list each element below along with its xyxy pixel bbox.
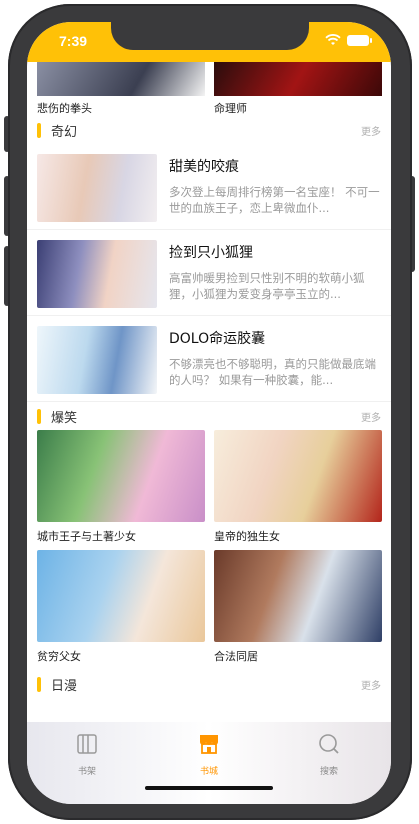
tab-label: 搜索 — [319, 767, 338, 777]
comic-cover — [37, 62, 205, 96]
section-title: 日漫 — [51, 678, 78, 694]
tab-label: 书架 — [77, 767, 96, 777]
tab-label: 书城 — [199, 767, 218, 777]
top-row: 悲伤的拳头 命理师 — [27, 62, 391, 116]
comic-card[interactable]: 命理师 — [214, 62, 382, 116]
comic-title: DOLO命运胶囊 — [169, 331, 266, 347]
tab-shelf[interactable]: 书架 — [47, 732, 127, 777]
comic-card[interactable]: 城市王子与土著少女 — [37, 430, 205, 550]
wifi-icon — [325, 34, 341, 45]
section-title: 爆笑 — [51, 410, 78, 426]
comic-cover — [37, 154, 157, 222]
list-item[interactable]: 甜美的咬痕 多次登上每周排行榜第一名宝座！ 不可一世的血族王子，恋上卑微血仆..… — [27, 144, 391, 230]
section-accent-bar — [37, 408, 41, 424]
list-item[interactable]: DOLO命运胶囊 不够漂亮也不够聪明，真的只能做最底端的人吗？ 如果有一种胶囊，… — [27, 316, 391, 402]
tab-search[interactable]: 搜索 — [289, 732, 369, 777]
section-title: 奇幻 — [51, 124, 78, 140]
comic-cover — [37, 326, 157, 394]
tab-bar: 书架 书城 搜索 — [27, 722, 391, 804]
comic-cover — [214, 430, 382, 522]
comic-description: 高富帅暖男捡到只性别不明的软萌小狐狸，小狐狸为爱变身亭亭玉立的... — [169, 271, 365, 301]
comic-title: 悲伤的拳头 — [37, 102, 92, 115]
comic-title: 皇帝的独生女 — [214, 530, 280, 543]
section-header-japan: 日漫 更多 — [27, 670, 391, 698]
section-header-funny: 爆笑 更多 — [27, 402, 391, 430]
section-accent-bar — [37, 122, 41, 138]
comic-card[interactable]: 贫穷父女 — [37, 550, 205, 670]
comic-grid: 城市王子与土著少女 皇帝的独生女 贫穷父女 合法同居 — [27, 430, 391, 670]
comic-cover — [214, 62, 382, 96]
more-link[interactable]: 更多 — [361, 409, 381, 424]
status-bar: 7:39 — [27, 22, 391, 62]
comic-card[interactable]: 悲伤的拳头 — [37, 62, 205, 116]
comic-card[interactable]: 合法同居 — [214, 550, 382, 670]
status-icons — [325, 34, 372, 46]
comic-title: 命理师 — [214, 102, 247, 115]
battery-icon — [347, 34, 372, 46]
comic-title: 贫穷父女 — [37, 650, 81, 663]
comic-cover — [37, 550, 205, 642]
comic-cover — [214, 550, 382, 642]
book-store-content[interactable]: 悲伤的拳头 命理师 奇幻 更多 甜美的咬痕 多次登上每周排行榜第一名宝座！ 不可… — [27, 62, 391, 722]
comic-card[interactable]: 皇帝的独生女 — [214, 430, 382, 550]
list-item[interactable]: 捡到只小狐狸 高富帅暖男捡到只性别不明的软萌小狐狸，小狐狸为爱变身亭亭玉立的..… — [27, 230, 391, 316]
comic-title: 甜美的咬痕 — [169, 159, 239, 175]
comic-cover — [37, 240, 157, 308]
search-icon — [319, 734, 339, 754]
comic-title: 城市王子与土著少女 — [37, 530, 136, 543]
tab-store[interactable]: 书城 — [169, 732, 249, 777]
comic-description: 多次登上每周排行榜第一名宝座！ 不可一世的血族王子，恋上卑微血仆... — [169, 185, 380, 215]
home-indicator[interactable] — [145, 786, 273, 790]
more-link[interactable]: 更多 — [361, 123, 381, 138]
store-icon — [200, 735, 218, 754]
comic-title: 捡到只小狐狸 — [169, 245, 253, 261]
comic-description: 不够漂亮也不够聪明，真的只能做最底端的人吗？ 如果有一种胶囊，能... — [169, 357, 376, 387]
phone-screen: 7:39 悲伤的拳头 命理师 奇幻 更多 甜美的咬痕 多次登上每周排行榜第一名宝… — [27, 22, 391, 804]
comic-title: 合法同居 — [214, 650, 258, 663]
section-accent-bar — [37, 676, 41, 692]
section-header-fantasy: 奇幻 更多 — [27, 116, 391, 144]
status-time: 7:39 — [59, 33, 88, 49]
shelf-icon — [77, 734, 97, 754]
notch — [111, 22, 309, 50]
more-link[interactable]: 更多 — [361, 677, 381, 692]
comic-cover — [37, 430, 205, 522]
